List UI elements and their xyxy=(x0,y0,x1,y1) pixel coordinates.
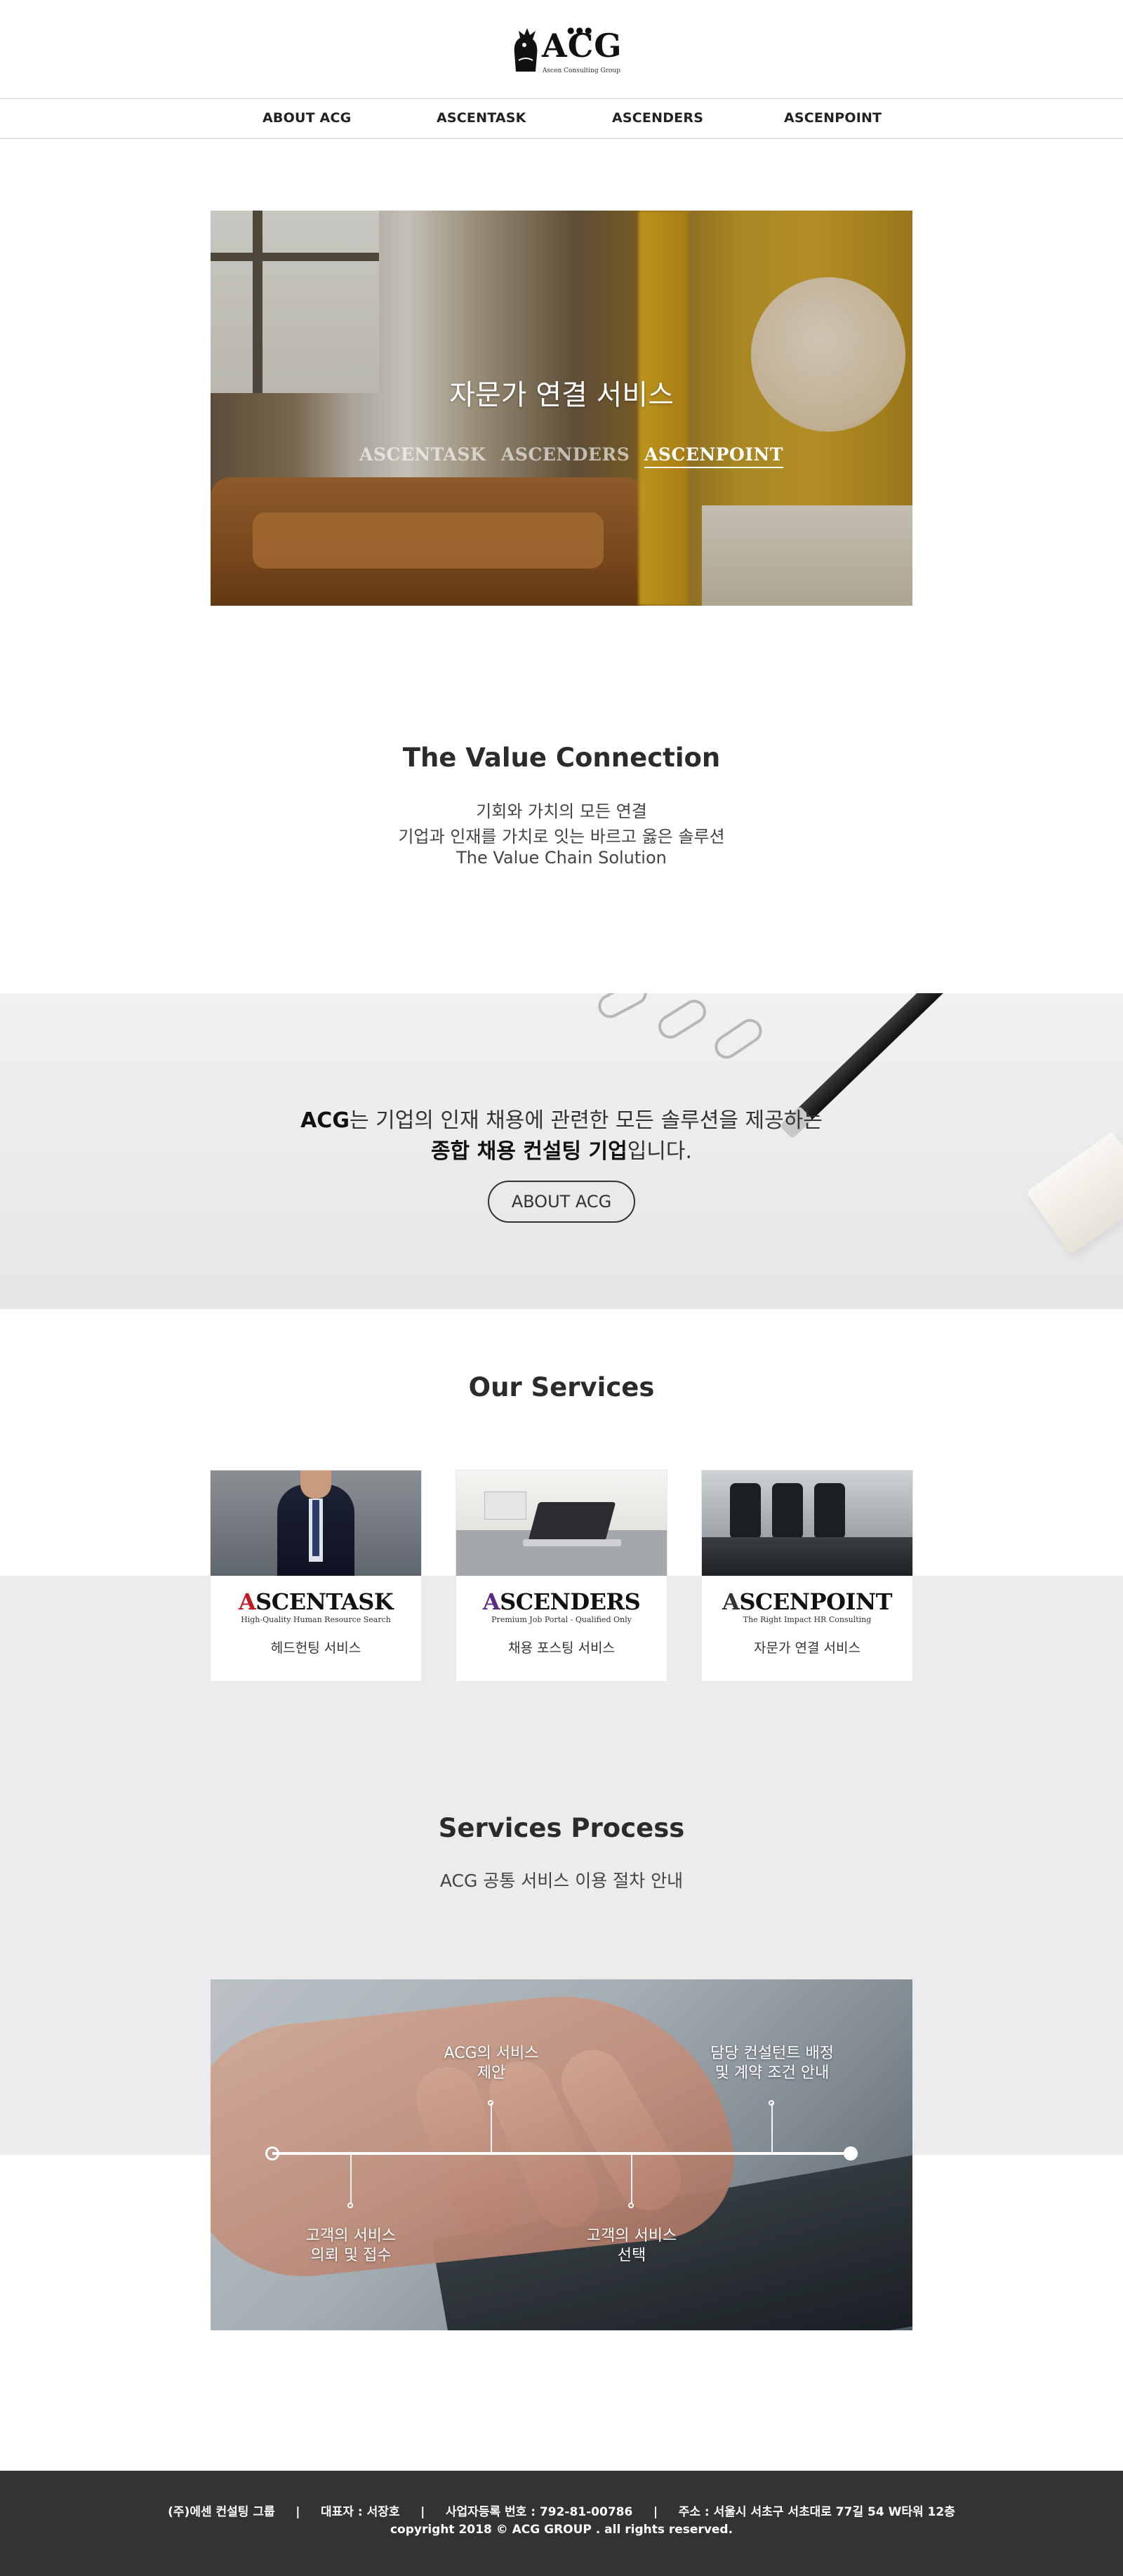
step-line: 및 계약 조건 안내 xyxy=(715,2064,830,2082)
banner-highlight: 종합 채용 컨설팅 기업 xyxy=(430,1139,627,1164)
footer-company-info: (주)에센 컨설팅 그룹 | 대표자 : 서장호 | 사업자등록 번호 : 79… xyxy=(168,2505,955,2519)
image-detail xyxy=(528,1502,616,1541)
step-line: 선택 xyxy=(617,2247,646,2264)
logo-rest: SCENTASK xyxy=(255,1588,394,1615)
value-line: 기업과 인재를 가치로 잇는 바르고 옳은 솔루션 xyxy=(398,827,725,847)
paperclip-image xyxy=(594,993,651,1023)
process-title: Services Process xyxy=(438,1813,685,1843)
value-line: The Value Chain Solution xyxy=(456,848,667,868)
process-timeline xyxy=(272,2152,851,2155)
image-detail xyxy=(523,1539,621,1546)
process-step-1: 고객의 서비스 의뢰 및 접수 xyxy=(281,2226,421,2266)
step-line: 고객의 서비스 xyxy=(586,2227,677,2245)
hero-tab-ascenders[interactable]: ASCENDERS xyxy=(501,444,630,465)
process-overlay xyxy=(211,1979,912,2330)
process-diagram: 고객의 서비스 의뢰 및 접수 ACG의 서비스 제안 고객의 서비스 선택 담… xyxy=(211,1979,912,2330)
banner-text: 입니다. xyxy=(627,1139,693,1164)
service-label: 채용 포스팅 서비스 xyxy=(508,1640,615,1656)
process-step-3: 고객의 서비스 선택 xyxy=(562,2226,702,2266)
timeline-dot xyxy=(347,2203,353,2208)
meeting-room-image xyxy=(702,1470,912,1576)
banner-text-line1: ACG는 기업의 인재 채용에 관련한 모든 솔루션을 제공하는 xyxy=(0,1103,1123,1134)
hero-title: 자문가 연결 서비스 xyxy=(449,379,674,411)
timeline-dot xyxy=(488,2100,493,2106)
step-line: 의뢰 및 접수 xyxy=(310,2247,392,2264)
service-card-ascentask[interactable]: ASCENTASK High-Quality Human Resource Se… xyxy=(211,1470,421,1681)
site-header: ●●● ACG Ascen Consulting Group xyxy=(0,0,1123,98)
logo-emblem-icon xyxy=(514,28,538,72)
banner-brand: ACG xyxy=(300,1108,350,1133)
image-detail xyxy=(772,1483,803,1539)
process-step-2: ACG의 서비스 제안 xyxy=(421,2044,562,2083)
banner-text: 는 기업의 인재 채용에 관련한 모든 솔루션을 제공하는 xyxy=(349,1108,823,1133)
hero-tab-ascenpoint[interactable]: ASCENPOINT xyxy=(644,444,783,468)
timeline-stem xyxy=(491,2103,492,2152)
step-line: ACG의 서비스 xyxy=(444,2045,539,2062)
image-detail xyxy=(730,1483,761,1539)
logo-rest: SCENDERS xyxy=(500,1588,641,1615)
process-step-4: 담당 컨설턴트 배정 및 계약 조건 안내 xyxy=(695,2044,849,2083)
service-label: 헤드헌팅 서비스 xyxy=(270,1640,361,1656)
nav-item-ascentask[interactable]: ASCENTASK xyxy=(437,110,526,126)
timeline-stem xyxy=(771,2103,773,2152)
logo-text: ACG xyxy=(542,27,623,65)
timeline-dot xyxy=(628,2203,634,2208)
main-nav: ABOUT ACG ASCENTASK ASCENDERS ASCENPOINT xyxy=(0,98,1123,139)
hero-tab-ascentask[interactable]: ASCENTASK xyxy=(359,444,486,465)
service-card-ascenders[interactable]: ASCENDERS Premium Job Portal - Qualified… xyxy=(456,1470,667,1681)
service-logo: ASCENTASK xyxy=(211,1588,421,1615)
logo-subtitle: Ascen Consulting Group xyxy=(543,67,620,74)
service-tagline: Premium Job Portal - Qualified Only xyxy=(491,1615,632,1624)
value-title: The Value Connection xyxy=(402,743,721,773)
value-line: 기회와 가치의 모든 연결 xyxy=(476,802,647,821)
nav-item-ascenders[interactable]: ASCENDERS xyxy=(612,110,703,126)
timeline-stem xyxy=(631,2155,632,2204)
image-detail xyxy=(484,1492,526,1520)
service-logo: ASCENPOINT xyxy=(702,1588,912,1615)
logo-initial: A xyxy=(722,1588,740,1615)
about-banner: ACG는 기업의 인재 채용에 관련한 모든 솔루션을 제공하는 종합 채용 컨… xyxy=(0,993,1123,1309)
banner-text-line2: 종합 채용 컨설팅 기업입니다. xyxy=(0,1134,1123,1164)
timeline-start-marker xyxy=(265,2146,279,2160)
step-line: 제안 xyxy=(477,2064,506,2082)
timeline-stem xyxy=(350,2155,352,2204)
service-tagline: High-Quality Human Resource Search xyxy=(241,1615,391,1624)
service-tagline: The Right Impact HR Consulting xyxy=(743,1615,872,1624)
acg-logo[interactable]: ●●● ACG Ascen Consulting Group xyxy=(505,21,622,77)
hero-slider: 자문가 연결 서비스 ASCENTASK ASCENDERS ASCENPOIN… xyxy=(211,211,912,606)
service-label: 자문가 연결 서비스 xyxy=(754,1640,860,1656)
service-card-ascenpoint[interactable]: ASCENPOINT The Right Impact HR Consultin… xyxy=(702,1470,912,1681)
paperclip-image xyxy=(653,995,711,1044)
service-logo: ASCENDERS xyxy=(456,1588,667,1615)
logo-initial: A xyxy=(482,1588,500,1615)
office-desk-image xyxy=(456,1470,667,1576)
image-detail xyxy=(702,1537,912,1576)
site-footer: (주)에센 컨설팅 그룹 | 대표자 : 서장호 | 사업자등록 번호 : 79… xyxy=(0,2471,1123,2576)
image-detail xyxy=(814,1483,845,1539)
step-line: 담당 컨설턴트 배정 xyxy=(710,2045,834,2062)
nav-item-ascenpoint[interactable]: ASCENPOINT xyxy=(784,110,882,126)
logo-rest: SCENPOINT xyxy=(739,1588,892,1615)
timeline-end-marker xyxy=(844,2146,858,2160)
businessman-image xyxy=(211,1470,421,1576)
services-title: Our Services xyxy=(468,1372,655,1402)
step-line: 고객의 서비스 xyxy=(305,2227,397,2245)
process-subtitle: ACG 공통 서비스 이용 절차 안내 xyxy=(439,1871,684,1891)
nav-item-about-acg[interactable]: ABOUT ACG xyxy=(263,110,351,126)
footer-copyright: copyright 2018 © ACG GROUP . all rights … xyxy=(390,2523,733,2537)
logo-initial: A xyxy=(238,1588,256,1615)
image-detail xyxy=(312,1500,319,1556)
paperclip-image xyxy=(710,1014,767,1063)
timeline-dot xyxy=(769,2100,774,2106)
image-detail xyxy=(300,1470,331,1499)
about-acg-button[interactable]: ABOUT ACG xyxy=(488,1181,635,1223)
